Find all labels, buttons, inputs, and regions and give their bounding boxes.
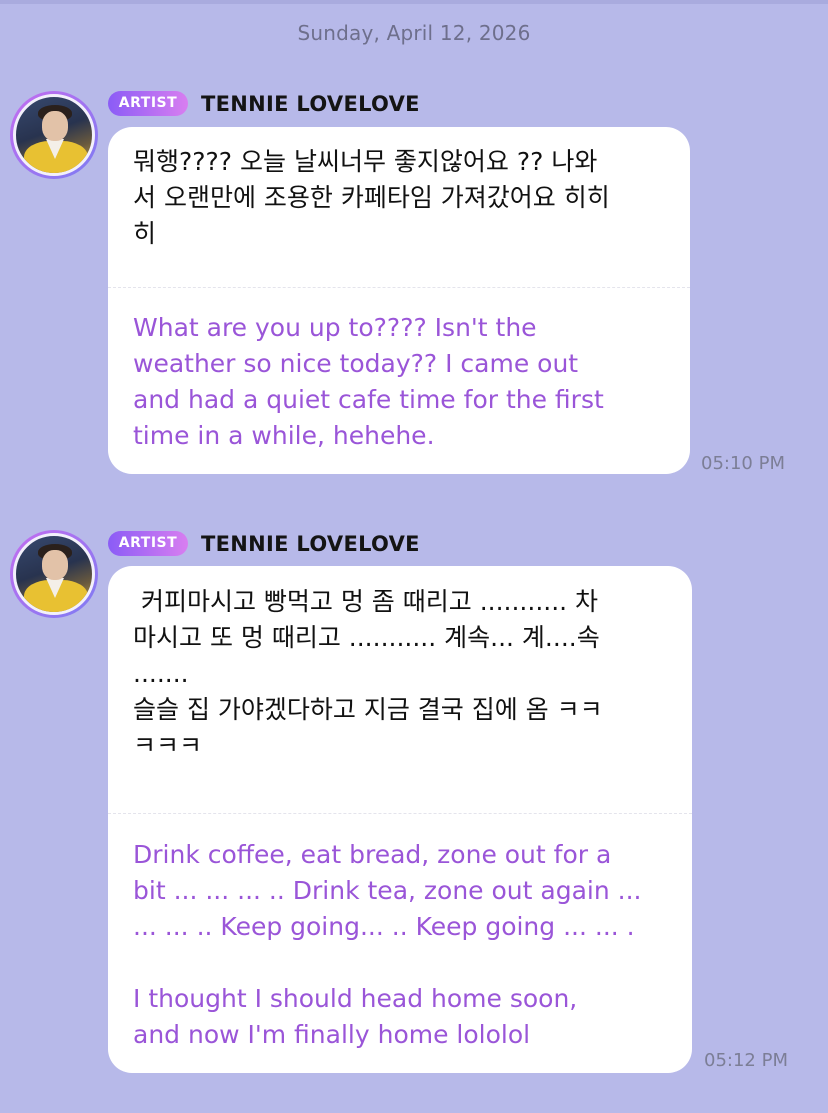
message-bubble[interactable]: 커피마시고 빵먹고 멍 좀 때리고 ........... 차 마시고 또 멍 … bbox=[108, 566, 692, 1073]
message-time: 05:10 PM bbox=[701, 453, 785, 474]
artist-avatar[interactable] bbox=[10, 91, 98, 179]
sender-name: TENNIE LOVELOVE bbox=[201, 532, 420, 556]
message-time: 05:12 PM bbox=[704, 1050, 788, 1071]
translated-text: What are you up to???? Isn't the weather… bbox=[133, 313, 604, 450]
date-header: Sunday, April 12, 2026 bbox=[297, 21, 531, 45]
translation-divider bbox=[108, 287, 690, 288]
original-text: 뭐행???? 오늘 날씨너무 좋지않어요 ?? 나와 서 오랜만에 조용한 카페… bbox=[133, 147, 610, 248]
top-divider bbox=[0, 0, 828, 4]
message-bubble[interactable]: 뭐행???? 오늘 날씨너무 좋지않어요 ?? 나와 서 오랜만에 조용한 카페… bbox=[108, 127, 690, 474]
artist-badge: ARTIST bbox=[108, 531, 188, 556]
artist-badge: ARTIST bbox=[108, 91, 188, 116]
translation-divider bbox=[108, 813, 692, 814]
artist-avatar[interactable] bbox=[10, 530, 98, 618]
translated-text: Drink coffee, eat bread, zone out for a … bbox=[133, 840, 642, 1049]
sender-name: TENNIE LOVELOVE bbox=[201, 92, 420, 116]
original-text: 커피마시고 빵먹고 멍 좀 때리고 ........... 차 마시고 또 멍 … bbox=[133, 587, 603, 760]
